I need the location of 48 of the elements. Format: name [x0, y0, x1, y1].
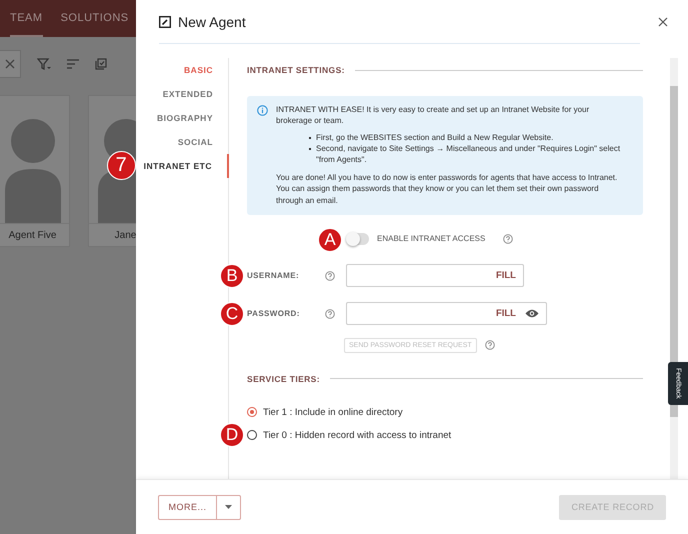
field-label: PASSWORD:: [247, 309, 301, 318]
section-heading: SERVICE TIERS:: [247, 374, 320, 384]
toggle-label: ENABLE INTRANET ACCESS: [377, 234, 486, 244]
section-tab[interactable]: BASIC: [184, 58, 228, 82]
section-tab[interactable]: INTRANET ETC: [144, 154, 229, 178]
caret-icon: [225, 505, 232, 509]
help-icon[interactable]: [484, 340, 495, 350]
info-text: INTRANET WITH EASE! It is very easy to create and set up an Intranet Website for your brokerage or team.: [276, 104, 590, 127]
radio-button[interactable]: [247, 430, 257, 440]
info-text: You are done! All you have to do now is enter passwords for agents that have access to Intranet. You can assign them passwords that they know or you can let them set their own password through an email.: [276, 172, 618, 206]
section-heading: INTRANET SETTINGS:: [247, 65, 345, 75]
edit-icon: [159, 16, 171, 28]
agent-card[interactable]: Agent Five: [0, 95, 70, 247]
step-marker: C: [220, 302, 244, 326]
sort-icon[interactable]: [67, 59, 79, 69]
toggle-switch[interactable]: [347, 232, 369, 245]
help-icon[interactable]: [325, 308, 335, 319]
radio-button[interactable]: [247, 407, 257, 418]
more-button[interactable]: MORE...: [158, 494, 217, 520]
field-label: USERNAME:: [247, 271, 300, 280]
scrollbar[interactable]: [670, 58, 678, 479]
eye-icon[interactable]: [525, 309, 539, 318]
step-marker: A: [318, 228, 342, 252]
close-icon[interactable]: [658, 17, 668, 27]
clear-icon[interactable]: [5, 59, 15, 69]
radio-option[interactable]: Tier 1 : Include in online directory: [247, 406, 643, 418]
dropdown-button[interactable]: [217, 494, 241, 520]
info-icon: [257, 105, 268, 116]
nav-tab[interactable]: SOLUTIONS: [60, 0, 129, 37]
info-bullet: Second, navigate to Site Settings → Miscellaneous and under "Requires Login" select "from Agents".: [316, 143, 621, 166]
step-marker: D: [220, 422, 244, 447]
info-bullet: First, go the WEBSITES section and Build a New Regular Website.: [316, 132, 554, 144]
section-tab[interactable]: EXTENDED: [162, 82, 228, 106]
step-marker: B: [220, 264, 244, 288]
password-field[interactable]: FILL: [346, 302, 547, 326]
filter-icon[interactable]: [37, 58, 51, 70]
nav-tab[interactable]: TEAM: [10, 0, 43, 37]
radio-option[interactable]: Tier 0 : Hidden record with access to intranet: [247, 430, 643, 441]
fill-button[interactable]: FILL: [496, 270, 516, 282]
dialog-title: New Agent: [178, 14, 246, 30]
help-icon[interactable]: [325, 270, 335, 281]
username-field[interactable]: FILL: [346, 264, 524, 288]
section-tab[interactable]: BIOGRAPHY: [157, 106, 228, 130]
fill-button[interactable]: FILL: [496, 308, 516, 320]
section-tab[interactable]: SOCIAL: [178, 130, 228, 154]
help-icon[interactable]: [503, 234, 514, 244]
search-field[interactable]: [0, 50, 21, 78]
select-all-icon[interactable]: [95, 58, 107, 70]
